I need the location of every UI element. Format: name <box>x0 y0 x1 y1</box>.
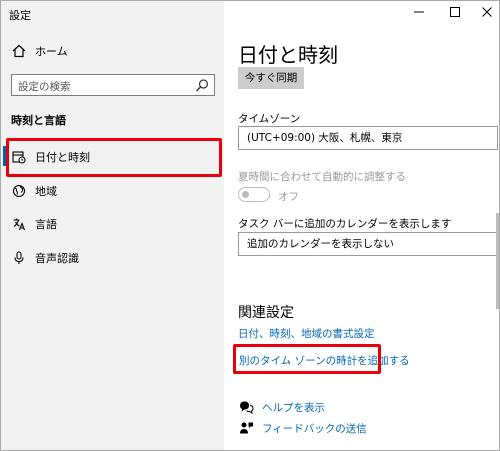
main-panel: 日付と時刻 今すぐ同期 タイムゾーン (UTC+09:00) 大阪、札幌、東京 … <box>224 1 499 450</box>
search-icon <box>195 78 210 93</box>
globe-icon <box>11 183 27 199</box>
dst-toggle-state: オフ <box>278 191 299 203</box>
minimize-button[interactable] <box>410 4 428 18</box>
help-chat-icon <box>238 399 254 415</box>
sidebar: 設定 ホーム 設定の検索 時刻と言語 日付と時刻 地域 言語 音声認識 <box>1 1 224 450</box>
taskbar-calendar-label: タスク バーに追加のカレンダーを表示します <box>238 218 452 230</box>
settings-window: 設定 ホーム 設定の検索 時刻と言語 日付と時刻 地域 言語 音声認識 日付と時… <box>0 0 500 451</box>
highlight-box-add-clock <box>233 344 381 374</box>
taskbar-calendar-dropdown[interactable]: 追加のカレンダーを表示しない <box>238 232 498 256</box>
feedback-row[interactable]: フィードバックの送信 <box>238 420 367 436</box>
minimize-icon <box>414 2 424 21</box>
maximize-button[interactable] <box>446 4 464 18</box>
sidebar-item-region[interactable]: 地域 <box>11 183 57 199</box>
sync-now-button[interactable]: 今すぐ同期 <box>238 67 304 89</box>
sidebar-item-label: 地域 <box>35 185 57 198</box>
timezone-label: タイムゾーン <box>238 113 301 125</box>
toggle-knob <box>242 190 249 198</box>
home-icon <box>11 43 27 59</box>
window-title: 設定 <box>9 9 31 22</box>
feedback-icon <box>238 420 254 436</box>
page-title: 日付と時刻 <box>238 43 338 67</box>
highlight-box-date-time <box>6 138 222 177</box>
dst-toggle[interactable] <box>238 187 270 202</box>
dst-label: 夏時間に合わせて自動的に調整する <box>238 171 406 183</box>
help-link[interactable]: ヘルプを表示 <box>262 400 325 415</box>
sidebar-item-label: 音声認識 <box>35 252 79 265</box>
sidebar-item-language[interactable]: 言語 <box>11 216 57 232</box>
format-settings-link[interactable]: 日付、時刻、地域の書式設定 <box>238 326 375 341</box>
scrollbar[interactable] <box>496 213 499 309</box>
language-icon <box>11 216 27 232</box>
sidebar-item-label: ホーム <box>35 45 68 58</box>
sidebar-item-label: 言語 <box>35 218 57 231</box>
search-input[interactable]: 設定の検索 <box>11 74 215 96</box>
close-icon <box>482 2 492 21</box>
section-title: 時刻と言語 <box>11 114 66 127</box>
feedback-link[interactable]: フィードバックの送信 <box>262 421 367 436</box>
sidebar-item-home[interactable]: ホーム <box>11 43 68 59</box>
help-row[interactable]: ヘルプを表示 <box>238 399 325 415</box>
related-settings-title: 関連設定 <box>238 305 294 321</box>
microphone-icon <box>11 250 27 266</box>
sidebar-item-speech[interactable]: 音声認識 <box>11 250 79 266</box>
search-placeholder: 設定の検索 <box>18 81 71 93</box>
timezone-dropdown[interactable]: (UTC+09:00) 大阪、札幌、東京 <box>238 126 498 150</box>
close-button[interactable] <box>478 4 496 18</box>
maximize-icon <box>450 2 460 21</box>
